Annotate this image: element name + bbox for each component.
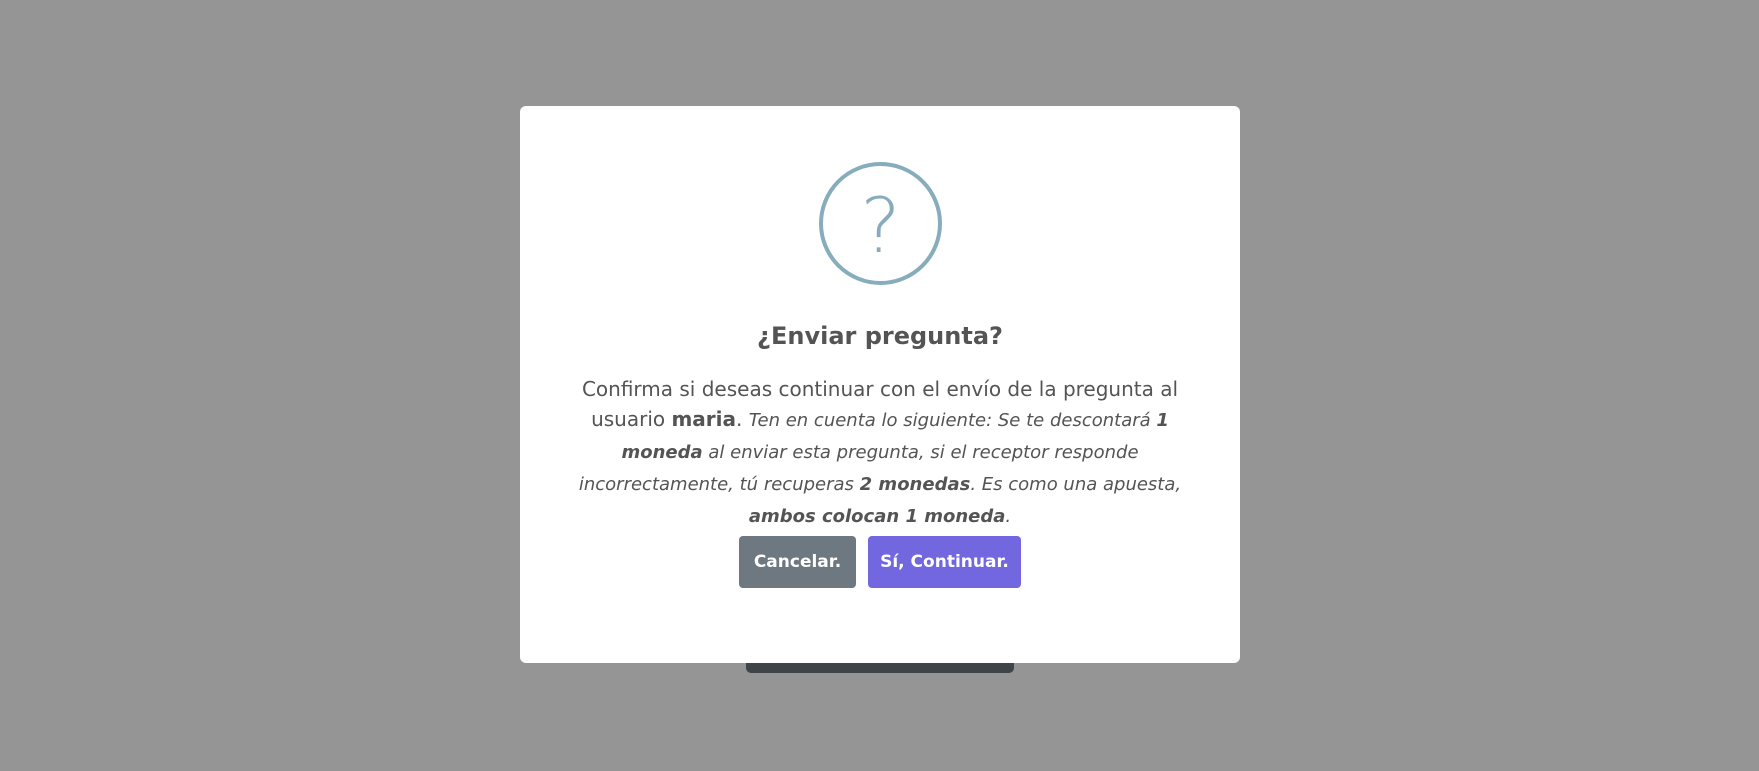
notice-part-3: . Es como una apuesta,: [970, 474, 1182, 495]
question-icon: ?: [819, 162, 942, 285]
dialog-message: Confirma si deseas continuar con el enví…: [548, 374, 1212, 532]
question-glyph: ?: [860, 180, 901, 270]
notice-part-4: .: [1005, 506, 1012, 527]
message-after-username: .: [736, 407, 749, 431]
notice-bet: ambos colocan 1 moneda: [748, 506, 1006, 527]
dialog-title: ¿Enviar pregunta?: [757, 322, 1003, 350]
confirm-button[interactable]: Sí, Continuar.: [868, 536, 1021, 588]
confirm-dialog: ? ¿Enviar pregunta? Confirma si deseas c…: [520, 106, 1240, 663]
message-username: maria: [671, 407, 737, 431]
cancel-button[interactable]: Cancelar.: [739, 536, 856, 588]
dialog-actions: Cancelar. Sí, Continuar.: [520, 536, 1240, 588]
notice-reward: 2 monedas: [859, 474, 971, 495]
notice-part-1: Ten en cuenta lo siguiente: Se te descon…: [748, 410, 1157, 431]
